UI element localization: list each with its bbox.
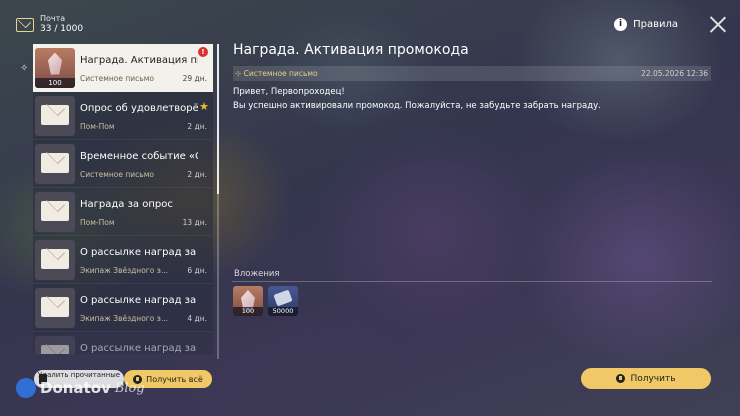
- mail-list[interactable]: 100 Награда. Активация пр... Системное пис…: [33, 44, 213, 354]
- mail-item-title: О рассылке наград за с...: [80, 247, 198, 258]
- claim-all-label: Получить всё: [146, 374, 203, 384]
- mail-thumbnail: 100: [35, 47, 75, 88]
- mail-item-age: 6 дн.: [187, 266, 207, 275]
- mail-sender: ⊹ Системное письмо: [235, 69, 318, 78]
- mail-greeting: Привет, Первопроходец!: [233, 87, 345, 97]
- scrollbar[interactable]: [217, 44, 219, 359]
- envelope-icon: [41, 296, 69, 317]
- mail-item-body: Награда. Активация пр... Системное письмо…: [75, 44, 213, 91]
- info-icon: i: [614, 18, 628, 31]
- watermark-suffix: Blog: [114, 380, 145, 396]
- mail-count: 33 / 1000: [40, 24, 84, 34]
- stellar-jade-icon: [48, 52, 62, 75]
- mail-item-sender: Пом-Пом: [80, 218, 115, 227]
- mail-item-body: О рассылке наград за с... Экипаж Звёздног…: [75, 236, 213, 283]
- claim-label: Получить: [630, 373, 676, 384]
- watermark: Donatov Blog: [16, 378, 145, 398]
- mail-item-body: Временное событие «С... Системное письмо 2…: [75, 140, 213, 187]
- scroll-thumb[interactable]: [217, 44, 219, 194]
- mail-item-age: 2 дн.: [187, 122, 207, 131]
- attachment-credits[interactable]: 50000: [268, 286, 298, 316]
- mail-title: Награда. Активация промокода: [233, 42, 469, 58]
- mail-item[interactable]: 100 Награда. Активация пр... Системное пис…: [33, 44, 213, 92]
- watermark-name: Donatov: [40, 379, 111, 397]
- mail-item-sender: Экипаж Звёздного э...: [80, 314, 168, 323]
- credit-ticket-icon: [273, 289, 293, 307]
- mail-item-body: Награда за опрос Пом-Пом 13 дн.: [75, 188, 213, 235]
- mail-counter: Почта 33 / 1000: [40, 14, 83, 35]
- mail-thumbnail: [35, 191, 75, 232]
- mail-item-sender: Пом-Пом: [80, 122, 115, 131]
- close-button[interactable]: [709, 16, 726, 33]
- envelope-icon: [41, 200, 69, 221]
- rules-button[interactable]: i Правила: [614, 18, 678, 31]
- mail-item-sender: Системное письмо: [80, 74, 154, 83]
- mail-sender-label: Системное письмо: [243, 69, 318, 78]
- mail-item-body: О рассылке наград за с...: [75, 332, 213, 354]
- envelope-icon: [41, 344, 69, 354]
- mail-item-title: Награда за опрос: [80, 199, 173, 210]
- thumb-count: 100: [35, 77, 75, 88]
- attachments-divider: [232, 281, 712, 282]
- mail-item-age: 29 дн.: [182, 74, 207, 83]
- globe-logo: [16, 378, 36, 398]
- mail-item[interactable]: О рассылке наград за с... Экипаж Звёздног…: [33, 236, 213, 284]
- attachment-qty: 50000: [268, 307, 298, 316]
- envelope-icon: [41, 248, 69, 269]
- new-badge-icon: !: [198, 47, 208, 57]
- mail-item-age: 4 дн.: [187, 314, 207, 323]
- pointer-icon: ✧: [20, 63, 29, 74]
- mail-item-body: О рассылке наград за с... Экипаж Звёздног…: [75, 284, 213, 331]
- attachment-qty: 100: [233, 307, 263, 316]
- mail-thumbnail: [35, 95, 75, 136]
- mail-label: Почта: [40, 14, 66, 23]
- mail-item-sender: Экипаж Звёздного э...: [80, 266, 168, 275]
- mail-item-title: Награда. Активация пр...: [80, 55, 198, 66]
- envelope-icon: [16, 17, 34, 32]
- mail-item[interactable]: Опрос об удовлетворён... Пом-Пом 2 дн. ★: [33, 92, 213, 140]
- attachments-label: Вложения: [234, 269, 280, 279]
- mail-item-title: Опрос об удовлетворён...: [80, 103, 198, 114]
- mail-item-sender: Системное письмо: [80, 170, 154, 179]
- download-icon: [616, 374, 626, 383]
- mail-item[interactable]: О рассылке наград за с... Экипаж Звёздног…: [33, 284, 213, 332]
- mail-item-age: 2 дн.: [187, 170, 207, 179]
- claim-button[interactable]: Получить: [581, 368, 711, 389]
- mail-item-age: 13 дн.: [182, 218, 207, 227]
- mail-item-title: О рассылке наград за с...: [80, 295, 198, 306]
- attachment-stellar-jade[interactable]: 100: [233, 286, 263, 316]
- mail-item[interactable]: О рассылке наград за с...: [33, 332, 213, 354]
- mail-body: Вы успешно активировали промокод. Пожалу…: [233, 101, 601, 111]
- envelope-icon: [41, 104, 69, 125]
- mail-thumbnail: [35, 143, 75, 184]
- mail-thumbnail: [35, 287, 75, 328]
- mail-header: Почта 33 / 1000: [16, 14, 83, 35]
- mail-item-title: Временное событие «С...: [80, 151, 198, 162]
- mail-item-title: О рассылке наград за с...: [80, 343, 198, 354]
- mail-thumbnail: [35, 239, 75, 280]
- mail-item-body: Опрос об удовлетворён... Пом-Пом 2 дн. ★: [75, 92, 213, 139]
- envelope-icon: [41, 152, 69, 173]
- mail-item[interactable]: Награда за опрос Пом-Пом 13 дн.: [33, 188, 213, 236]
- mail-date: 22.05.2026 12:36: [641, 69, 708, 78]
- star-icon: ★: [199, 100, 209, 113]
- mail-thumbnail: [35, 335, 75, 354]
- mail-item[interactable]: Временное событие «С... Системное письмо 2…: [33, 140, 213, 188]
- rules-label: Правила: [633, 19, 678, 30]
